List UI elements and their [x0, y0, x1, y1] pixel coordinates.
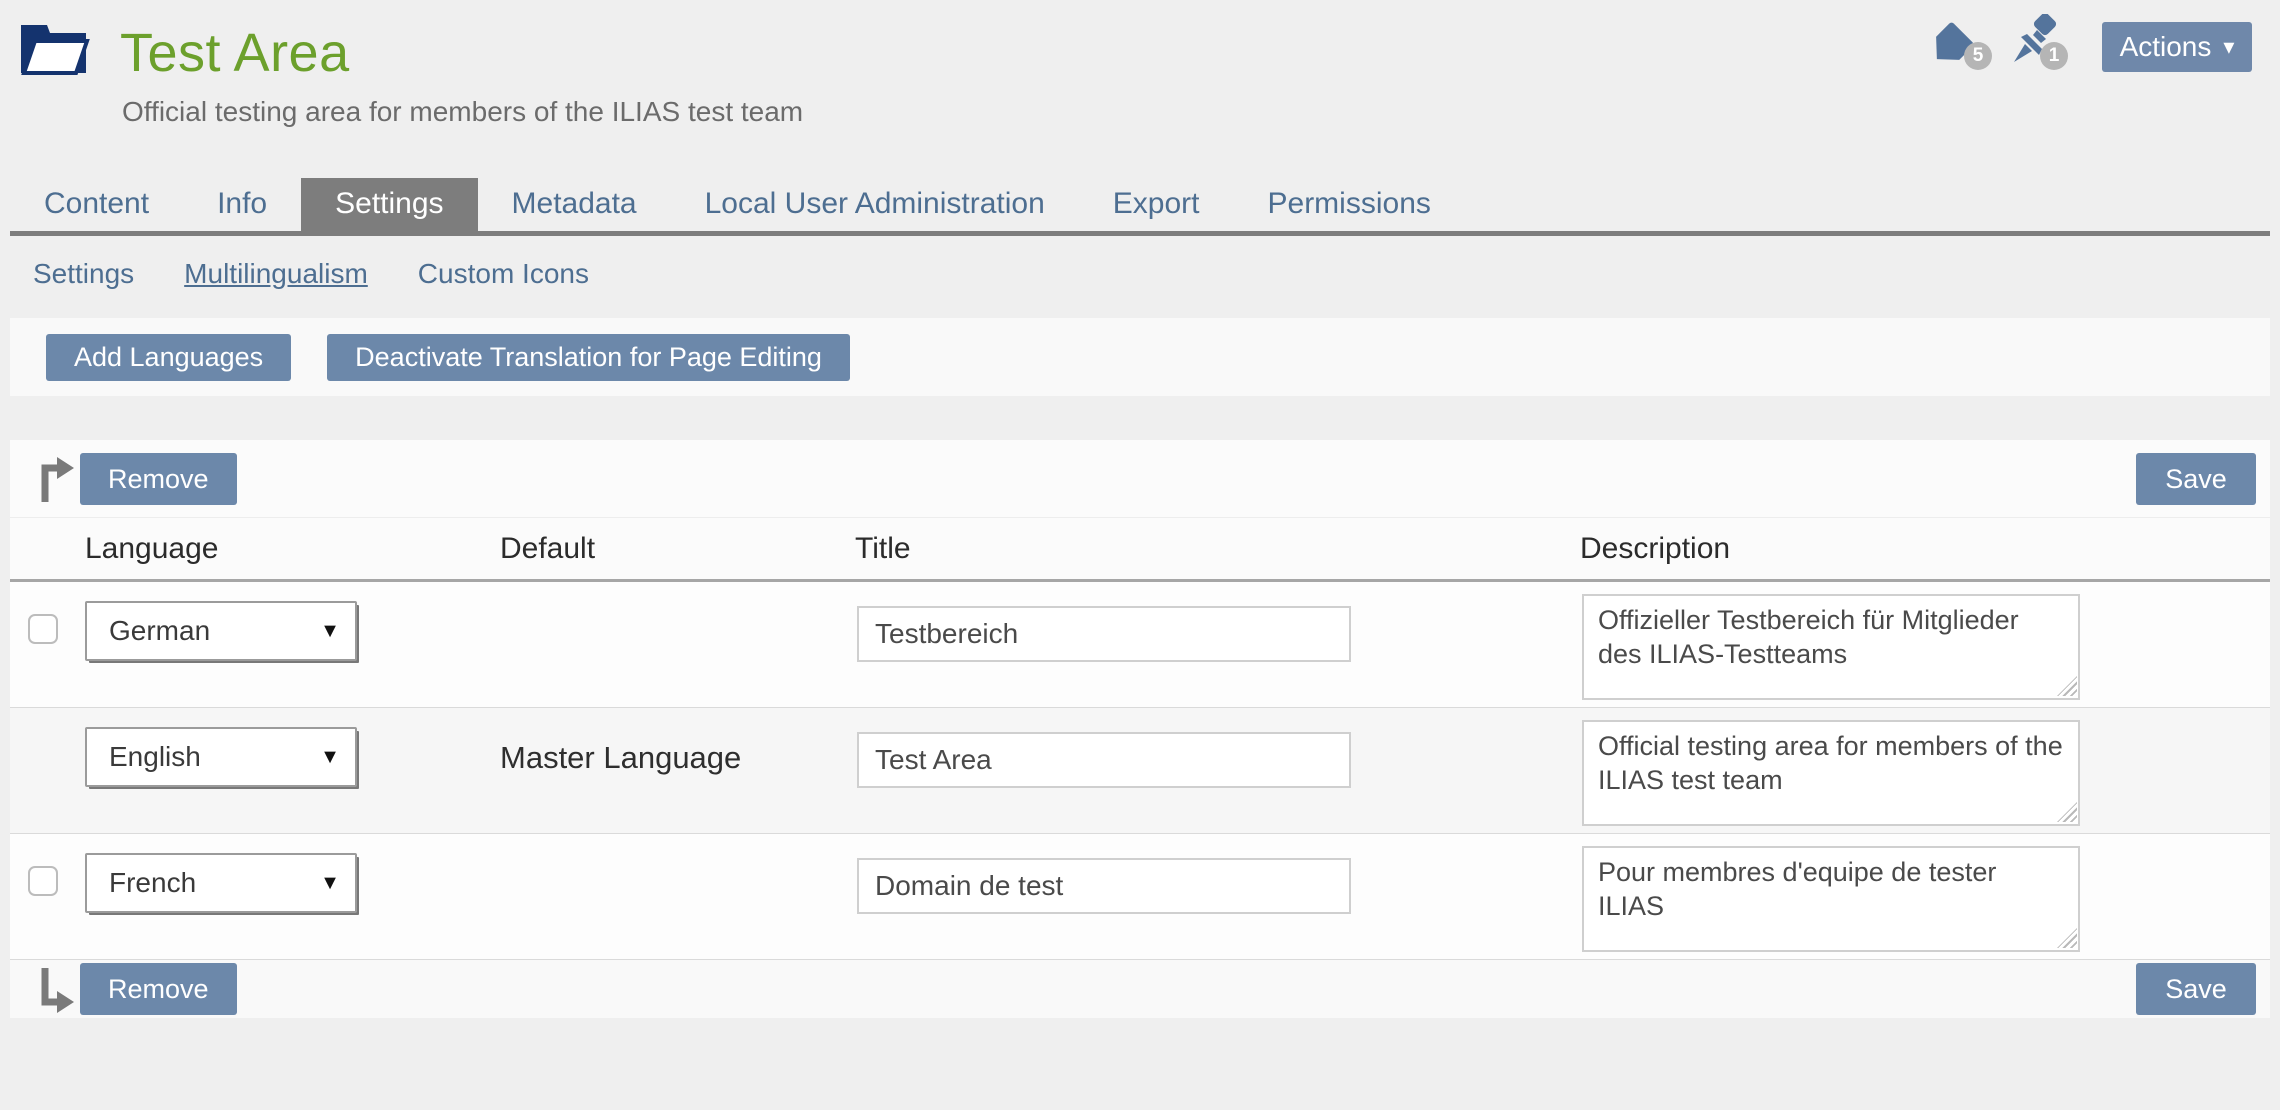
deactivate-translation-button[interactable]: Deactivate Translation for Page Editing: [327, 334, 850, 381]
language-select-value: English: [87, 741, 305, 773]
subtab-settings[interactable]: Settings: [33, 258, 134, 290]
tab-bar: ContentInfoSettingsMetadataLocal User Ad…: [10, 178, 2270, 232]
apply-to-selection-down-arrow-icon: [35, 966, 75, 1021]
apply-to-selection-up-arrow-icon: [35, 454, 75, 509]
page-title: Test Area: [120, 22, 350, 84]
save-button-bottom[interactable]: Save: [2136, 963, 2256, 1015]
chevron-down-icon: ▾: [2223, 36, 2234, 58]
actions-button[interactable]: Actions ▾: [2102, 22, 2252, 72]
title-input-french[interactable]: [857, 858, 1351, 914]
description-textarea-english[interactable]: [1582, 720, 2080, 826]
table-body: German▼English▼Master LanguageFrench▼: [10, 582, 2270, 960]
title-input-english[interactable]: [857, 732, 1351, 788]
dropdown-arrow-icon: ▼: [305, 620, 355, 643]
page-subtitle: Official testing area for members of the…: [122, 96, 803, 128]
table-row-english: English▼ Master Language: [10, 708, 2270, 834]
table-bottom-command-bar: Remove Save: [10, 960, 2270, 1018]
add-languages-button[interactable]: Add Languages: [46, 334, 291, 381]
remove-button-top[interactable]: Remove: [80, 453, 237, 505]
table-row-german: German▼: [10, 582, 2270, 708]
tab-metadata[interactable]: Metadata: [478, 178, 671, 232]
tab-settings[interactable]: Settings: [301, 178, 477, 232]
column-header-default: Default: [500, 532, 595, 566]
language-select-english[interactable]: English▼: [85, 727, 357, 787]
page: Test Area Official testing area for memb…: [0, 0, 2280, 1110]
column-header-description: Description: [1580, 532, 1730, 566]
row-checkbox-german[interactable]: [28, 614, 58, 644]
description-textarea-french[interactable]: [1582, 846, 2080, 952]
tab-content[interactable]: Content: [10, 178, 183, 232]
toolbar: Add Languages Deactivate Translation for…: [10, 318, 2270, 396]
table-row-french: French▼: [10, 834, 2270, 960]
translations-table: Remove Save Language Default Title Descr…: [10, 440, 2270, 1013]
tab-underline: [10, 231, 2270, 236]
language-select-value: German: [87, 615, 305, 647]
folder-icon: [16, 16, 94, 87]
language-select-german[interactable]: German▼: [85, 601, 357, 661]
table-top-command-bar: Remove Save: [10, 440, 2270, 518]
title-input-german[interactable]: [857, 606, 1351, 662]
column-header-language: Language: [85, 532, 218, 566]
column-header-title: Title: [855, 532, 911, 566]
description-textarea-german[interactable]: [1582, 594, 2080, 700]
tab-permissions[interactable]: Permissions: [1234, 178, 1465, 232]
pin-count-badge: 1: [2040, 42, 2068, 70]
description-field-wrap: [1582, 720, 2080, 826]
language-select-french[interactable]: French▼: [85, 853, 357, 913]
dropdown-arrow-icon: ▼: [305, 872, 355, 895]
tab-local-user-administration[interactable]: Local User Administration: [671, 178, 1079, 232]
tab-info[interactable]: Info: [183, 178, 301, 232]
dropdown-arrow-icon: ▼: [305, 746, 355, 769]
description-field-wrap: [1582, 846, 2080, 952]
actions-button-label: Actions: [2120, 31, 2212, 63]
master-language-label: Master Language: [500, 740, 741, 776]
language-select-value: French: [87, 867, 305, 899]
subtab-bar: Settings Multilingualism Custom Icons: [33, 254, 589, 294]
tab-export[interactable]: Export: [1079, 178, 1234, 232]
subtab-multilingualism[interactable]: Multilingualism: [184, 258, 368, 290]
table-header-row: Language Default Title Description: [10, 518, 2270, 582]
save-button-top[interactable]: Save: [2136, 453, 2256, 505]
row-checkbox-french[interactable]: [28, 866, 58, 896]
subtab-custom-icons[interactable]: Custom Icons: [418, 258, 589, 290]
description-field-wrap: [1582, 594, 2080, 700]
remove-button-bottom[interactable]: Remove: [80, 963, 237, 1015]
tag-count-badge: 5: [1964, 42, 1992, 70]
